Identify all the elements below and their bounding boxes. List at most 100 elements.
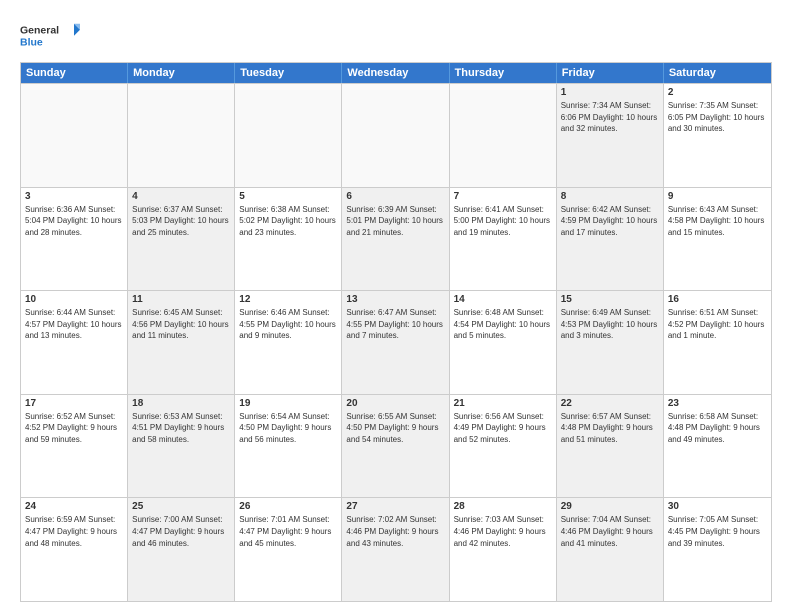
day-info: Sunrise: 6:56 AM Sunset: 4:49 PM Dayligh… (454, 411, 552, 446)
calendar-header: SundayMondayTuesdayWednesdayThursdayFrid… (21, 63, 771, 83)
day-cell-4: 4Sunrise: 6:37 AM Sunset: 5:03 PM Daylig… (128, 188, 235, 291)
day-number: 15 (561, 294, 659, 305)
day-number: 14 (454, 294, 552, 305)
day-number: 16 (668, 294, 767, 305)
header-day-monday: Monday (128, 63, 235, 83)
day-number: 6 (346, 191, 444, 202)
day-cell-17: 17 Sunrise: 6:52 AM Sunset: 4:52 PM Dayli… (21, 395, 128, 498)
day-number: 21 (454, 398, 552, 409)
day-number: 26 (239, 501, 337, 512)
calendar-body: 1 Sunrise: 7:34 AM Sunset: 6:06 PM Daylig… (21, 83, 771, 601)
week-row-2: 3Sunrise: 6:36 AM Sunset: 5:04 PM Daylig… (21, 187, 771, 291)
day-cell-2: 2Sunrise: 7:35 AM Sunset: 6:05 PM Daylig… (664, 84, 771, 187)
day-number: 10 (25, 294, 123, 305)
day-info: Sunrise: 7:34 AM Sunset: 6:06 PM Dayligh… (561, 100, 659, 135)
logo-svg: General Blue (20, 16, 80, 54)
day-info: Sunrise: 6:57 AM Sunset: 4:48 PM Dayligh… (561, 411, 659, 446)
day-info: Sunrise: 7:02 AM Sunset: 4:46 PM Dayligh… (346, 514, 444, 549)
day-cell-8: 8Sunrise: 6:42 AM Sunset: 4:59 PM Daylig… (557, 188, 664, 291)
day-cell-20: 20 Sunrise: 6:55 AM Sunset: 4:50 PM Dayli… (342, 395, 449, 498)
empty-cell-0-4 (450, 84, 557, 187)
day-number: 28 (454, 501, 552, 512)
day-info: Sunrise: 6:52 AM Sunset: 4:52 PM Dayligh… (25, 411, 123, 446)
week-row-3: 10 Sunrise: 6:44 AM Sunset: 4:57 PM Dayli… (21, 290, 771, 394)
day-cell-16: 16 Sunrise: 6:51 AM Sunset: 4:52 PM Dayli… (664, 291, 771, 394)
header-day-saturday: Saturday (664, 63, 771, 83)
header-day-friday: Friday (557, 63, 664, 83)
day-number: 12 (239, 294, 337, 305)
day-info: Sunrise: 6:43 AM Sunset: 4:58 PM Dayligh… (668, 204, 767, 239)
day-info: Sunrise: 6:45 AM Sunset: 4:56 PM Dayligh… (132, 307, 230, 342)
day-cell-14: 14 Sunrise: 6:48 AM Sunset: 4:54 PM Dayli… (450, 291, 557, 394)
day-cell-29: 29 Sunrise: 7:04 AM Sunset: 4:46 PM Dayli… (557, 498, 664, 601)
day-number: 9 (668, 191, 767, 202)
day-number: 22 (561, 398, 659, 409)
day-number: 18 (132, 398, 230, 409)
day-info: Sunrise: 7:04 AM Sunset: 4:46 PM Dayligh… (561, 514, 659, 549)
empty-cell-0-2 (235, 84, 342, 187)
day-cell-30: 30 Sunrise: 7:05 AM Sunset: 4:45 PM Dayli… (664, 498, 771, 601)
day-cell-13: 13 Sunrise: 6:47 AM Sunset: 4:55 PM Dayli… (342, 291, 449, 394)
day-cell-19: 19 Sunrise: 6:54 AM Sunset: 4:50 PM Dayli… (235, 395, 342, 498)
week-row-5: 24Sunrise: 6:59 AM Sunset: 4:47 PM Dayli… (21, 497, 771, 601)
week-row-4: 17 Sunrise: 6:52 AM Sunset: 4:52 PM Dayli… (21, 394, 771, 498)
day-number: 29 (561, 501, 659, 512)
day-info: Sunrise: 7:03 AM Sunset: 4:46 PM Dayligh… (454, 514, 552, 549)
day-cell-1: 1 Sunrise: 7:34 AM Sunset: 6:06 PM Daylig… (557, 84, 664, 187)
day-info: Sunrise: 6:58 AM Sunset: 4:48 PM Dayligh… (668, 411, 767, 446)
day-info: Sunrise: 6:48 AM Sunset: 4:54 PM Dayligh… (454, 307, 552, 342)
day-cell-23: 23 Sunrise: 6:58 AM Sunset: 4:48 PM Dayli… (664, 395, 771, 498)
day-info: Sunrise: 6:55 AM Sunset: 4:50 PM Dayligh… (346, 411, 444, 446)
day-number: 1 (561, 87, 659, 98)
day-number: 13 (346, 294, 444, 305)
day-info: Sunrise: 6:36 AM Sunset: 5:04 PM Dayligh… (25, 204, 123, 239)
day-number: 11 (132, 294, 230, 305)
day-cell-6: 6Sunrise: 6:39 AM Sunset: 5:01 PM Daylig… (342, 188, 449, 291)
calendar: SundayMondayTuesdayWednesdayThursdayFrid… (20, 62, 772, 602)
empty-cell-0-3 (342, 84, 449, 187)
day-info: Sunrise: 6:47 AM Sunset: 4:55 PM Dayligh… (346, 307, 444, 342)
header-day-sunday: Sunday (21, 63, 128, 83)
day-cell-27: 27 Sunrise: 7:02 AM Sunset: 4:46 PM Dayli… (342, 498, 449, 601)
week-row-1: 1 Sunrise: 7:34 AM Sunset: 6:06 PM Daylig… (21, 83, 771, 187)
day-cell-9: 9 Sunrise: 6:43 AM Sunset: 4:58 PM Daylig… (664, 188, 771, 291)
day-number: 5 (239, 191, 337, 202)
day-info: Sunrise: 7:35 AM Sunset: 6:05 PM Dayligh… (668, 100, 767, 135)
day-cell-18: 18 Sunrise: 6:53 AM Sunset: 4:51 PM Dayli… (128, 395, 235, 498)
day-info: Sunrise: 6:46 AM Sunset: 4:55 PM Dayligh… (239, 307, 337, 342)
header-day-wednesday: Wednesday (342, 63, 449, 83)
day-number: 20 (346, 398, 444, 409)
day-number: 17 (25, 398, 123, 409)
day-cell-10: 10 Sunrise: 6:44 AM Sunset: 4:57 PM Dayli… (21, 291, 128, 394)
day-info: Sunrise: 7:05 AM Sunset: 4:45 PM Dayligh… (668, 514, 767, 549)
day-cell-12: 12 Sunrise: 6:46 AM Sunset: 4:55 PM Dayli… (235, 291, 342, 394)
page: General Blue SundayMondayTuesdayWednesda… (0, 0, 792, 612)
empty-cell-0-1 (128, 84, 235, 187)
day-number: 27 (346, 501, 444, 512)
day-number: 30 (668, 501, 767, 512)
day-number: 19 (239, 398, 337, 409)
header-day-thursday: Thursday (450, 63, 557, 83)
day-cell-28: 28 Sunrise: 7:03 AM Sunset: 4:46 PM Dayli… (450, 498, 557, 601)
day-number: 8 (561, 191, 659, 202)
day-number: 4 (132, 191, 230, 202)
day-info: Sunrise: 6:59 AM Sunset: 4:47 PM Dayligh… (25, 514, 123, 549)
day-info: Sunrise: 6:53 AM Sunset: 4:51 PM Dayligh… (132, 411, 230, 446)
day-cell-22: 22 Sunrise: 6:57 AM Sunset: 4:48 PM Dayli… (557, 395, 664, 498)
day-cell-25: 25Sunrise: 7:00 AM Sunset: 4:47 PM Dayli… (128, 498, 235, 601)
day-cell-11: 11 Sunrise: 6:45 AM Sunset: 4:56 PM Dayli… (128, 291, 235, 394)
header: General Blue (20, 16, 772, 54)
day-cell-21: 21 Sunrise: 6:56 AM Sunset: 4:49 PM Dayli… (450, 395, 557, 498)
day-info: Sunrise: 6:54 AM Sunset: 4:50 PM Dayligh… (239, 411, 337, 446)
day-number: 7 (454, 191, 552, 202)
day-cell-26: 26Sunrise: 7:01 AM Sunset: 4:47 PM Dayli… (235, 498, 342, 601)
day-info: Sunrise: 6:44 AM Sunset: 4:57 PM Dayligh… (25, 307, 123, 342)
day-info: Sunrise: 7:00 AM Sunset: 4:47 PM Dayligh… (132, 514, 230, 549)
logo: General Blue (20, 16, 80, 54)
day-cell-24: 24Sunrise: 6:59 AM Sunset: 4:47 PM Dayli… (21, 498, 128, 601)
day-number: 23 (668, 398, 767, 409)
day-info: Sunrise: 6:38 AM Sunset: 5:02 PM Dayligh… (239, 204, 337, 239)
svg-text:Blue: Blue (20, 37, 43, 49)
day-info: Sunrise: 6:51 AM Sunset: 4:52 PM Dayligh… (668, 307, 767, 342)
day-cell-15: 15Sunrise: 6:49 AM Sunset: 4:53 PM Dayli… (557, 291, 664, 394)
